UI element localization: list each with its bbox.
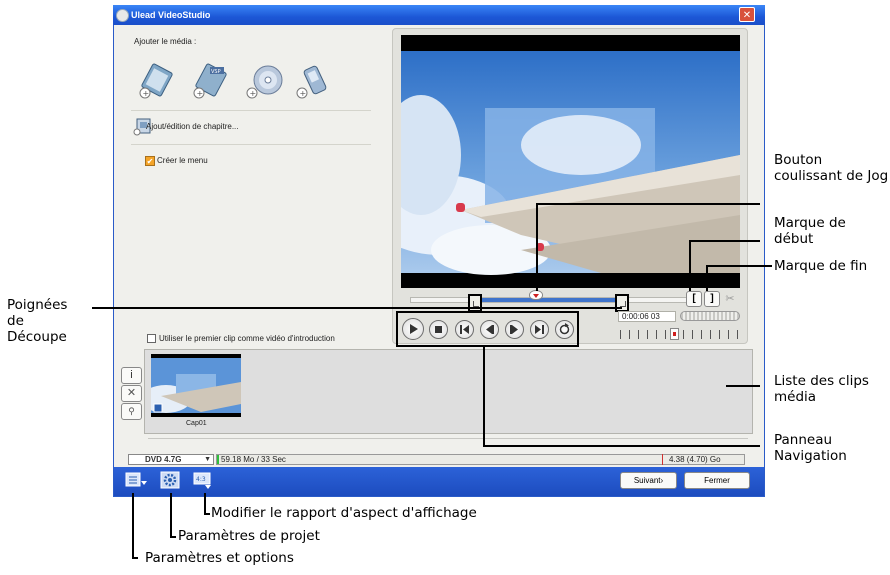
trim-callout-h2 [472,307,622,309]
aspect-ratio-icon: 4:3 [193,472,211,489]
mark-out-callout-h [706,265,772,267]
first-clip-label: Utiliser le premier clip comme vidéo d'i… [159,334,335,343]
trim-handle-start[interactable] [468,294,482,312]
end-button[interactable] [530,320,549,339]
disc-usage-text: 59.18 Mo / 33 Sec [221,455,286,464]
settings-options-button[interactable] [124,471,148,489]
video-file-icon: + [139,63,173,99]
title-bar: Ulead VideoStudio [113,5,765,25]
nav-callout-v [483,347,485,447]
gear-icon [160,471,180,489]
jog-callout-v [536,203,538,291]
disc-capacity-text: 4.38 (4.70) Go [669,455,721,464]
jog-annotation: Bouton coulissant de Jog [774,152,889,184]
aspect-callout-v [204,493,206,515]
create-menu-checkbox[interactable]: ✔ [145,156,155,166]
disc-usage-bar [216,454,745,465]
chapter-edit-button[interactable]: Ajout/édition de chapitre... [133,116,353,136]
home-button[interactable] [455,320,474,339]
clip-name: Cap01 [186,420,207,427]
jog-slider[interactable] [529,290,543,300]
add-vsp-button[interactable]: VSP + [192,63,230,101]
close-button[interactable]: Fermer [684,472,750,489]
aspect-ratio-button[interactable]: 4:3 [192,470,214,490]
chapter-edit-label: Ajout/édition de chapitre... [146,122,239,131]
project-callout-v [170,493,172,538]
mark-in-annotation: Marque de début [774,215,846,247]
zoom-button[interactable]: ⚲ [121,403,142,420]
disc-usage-fill [217,455,219,464]
mark-out-callout-v [706,265,708,291]
jog-ruler-marker[interactable] [670,328,679,340]
aspect-callout-h [204,513,210,515]
mark-in-callout-v [689,240,691,291]
svg-text:+: + [197,89,204,98]
settings-callout-h [132,557,138,559]
add-media-label: Ajouter le média : [134,37,197,46]
media-clip-item[interactable] [141,354,241,417]
mark-out-button[interactable]: ] [704,291,720,307]
disc-icon: + [246,65,283,99]
vsp-file-icon: VSP + [193,63,227,99]
mark-in-callout-h [689,240,760,242]
trimmed-range [476,298,626,302]
nav-annotation: Panneau Navigation [774,432,847,464]
add-disc-button[interactable]: + [244,63,284,101]
next-frame-button[interactable] [505,320,524,339]
svg-text:+: + [300,89,307,98]
settings-list-icon [125,472,147,487]
trim-callout-h1 [92,307,472,309]
jog-ruler[interactable] [620,330,742,339]
split-clip-icon[interactable]: ✂ [722,291,738,307]
aspect-annotation: Modifier le rapport d'aspect d'affichage [211,505,477,521]
previous-frame-button[interactable] [480,320,499,339]
close-window-button[interactable]: ✕ [739,7,755,22]
mark-out-annotation: Marque de fin [774,258,868,274]
timecode-value: 0:00:06 03 [622,312,660,321]
list-annotation: Liste des clips média [774,373,869,405]
svg-text:4:3: 4:3 [196,476,206,483]
divider [131,110,371,111]
trim-handle-end[interactable] [615,294,629,312]
next-button[interactable]: Suivant› [620,472,677,489]
trim-annotation: Poignées de Découpe [7,297,68,345]
repeat-button[interactable] [555,320,574,339]
clip-thumbnail [141,358,241,413]
capacity-marker [662,454,663,465]
chevron-down-icon: ▼ [204,456,211,463]
svg-text:+: + [143,89,150,98]
timecode-display[interactable]: 0:00:06 03 [618,311,676,322]
svg-text:+: + [250,89,257,98]
nav-callout-h [483,445,760,447]
play-button[interactable] [402,318,424,340]
project-callout-h [170,536,176,538]
first-clip-checkbox[interactable] [147,334,156,343]
disc-type-value: DVD 4.7G [145,455,182,464]
shuttle-control[interactable] [680,311,740,321]
info-button[interactable]: i [121,367,142,384]
add-video-button[interactable]: + [138,63,176,101]
divider [131,144,371,145]
clip-list-scrollbar[interactable] [148,438,748,443]
settings-callout-v [132,493,134,559]
window-title: Ulead VideoStudio [131,10,211,20]
jog-callout-h [536,203,760,205]
delete-button[interactable]: ✕ [121,385,142,402]
stop-button[interactable] [429,320,448,339]
svg-text:VSP: VSP [211,69,221,75]
mark-in-button[interactable]: [ [686,291,702,307]
disc-type-select[interactable]: DVD 4.7G ▼ [128,454,214,465]
device-icon: + [296,65,327,99]
settings-annotation: Paramètres et options [145,550,294,566]
list-callout [726,385,760,387]
create-menu-label: Créer le menu [157,156,208,165]
add-device-button[interactable]: + [296,63,332,101]
project-settings-button[interactable] [159,470,181,490]
project-annotation: Paramètres de projet [178,528,320,544]
app-logo-icon [116,9,129,22]
